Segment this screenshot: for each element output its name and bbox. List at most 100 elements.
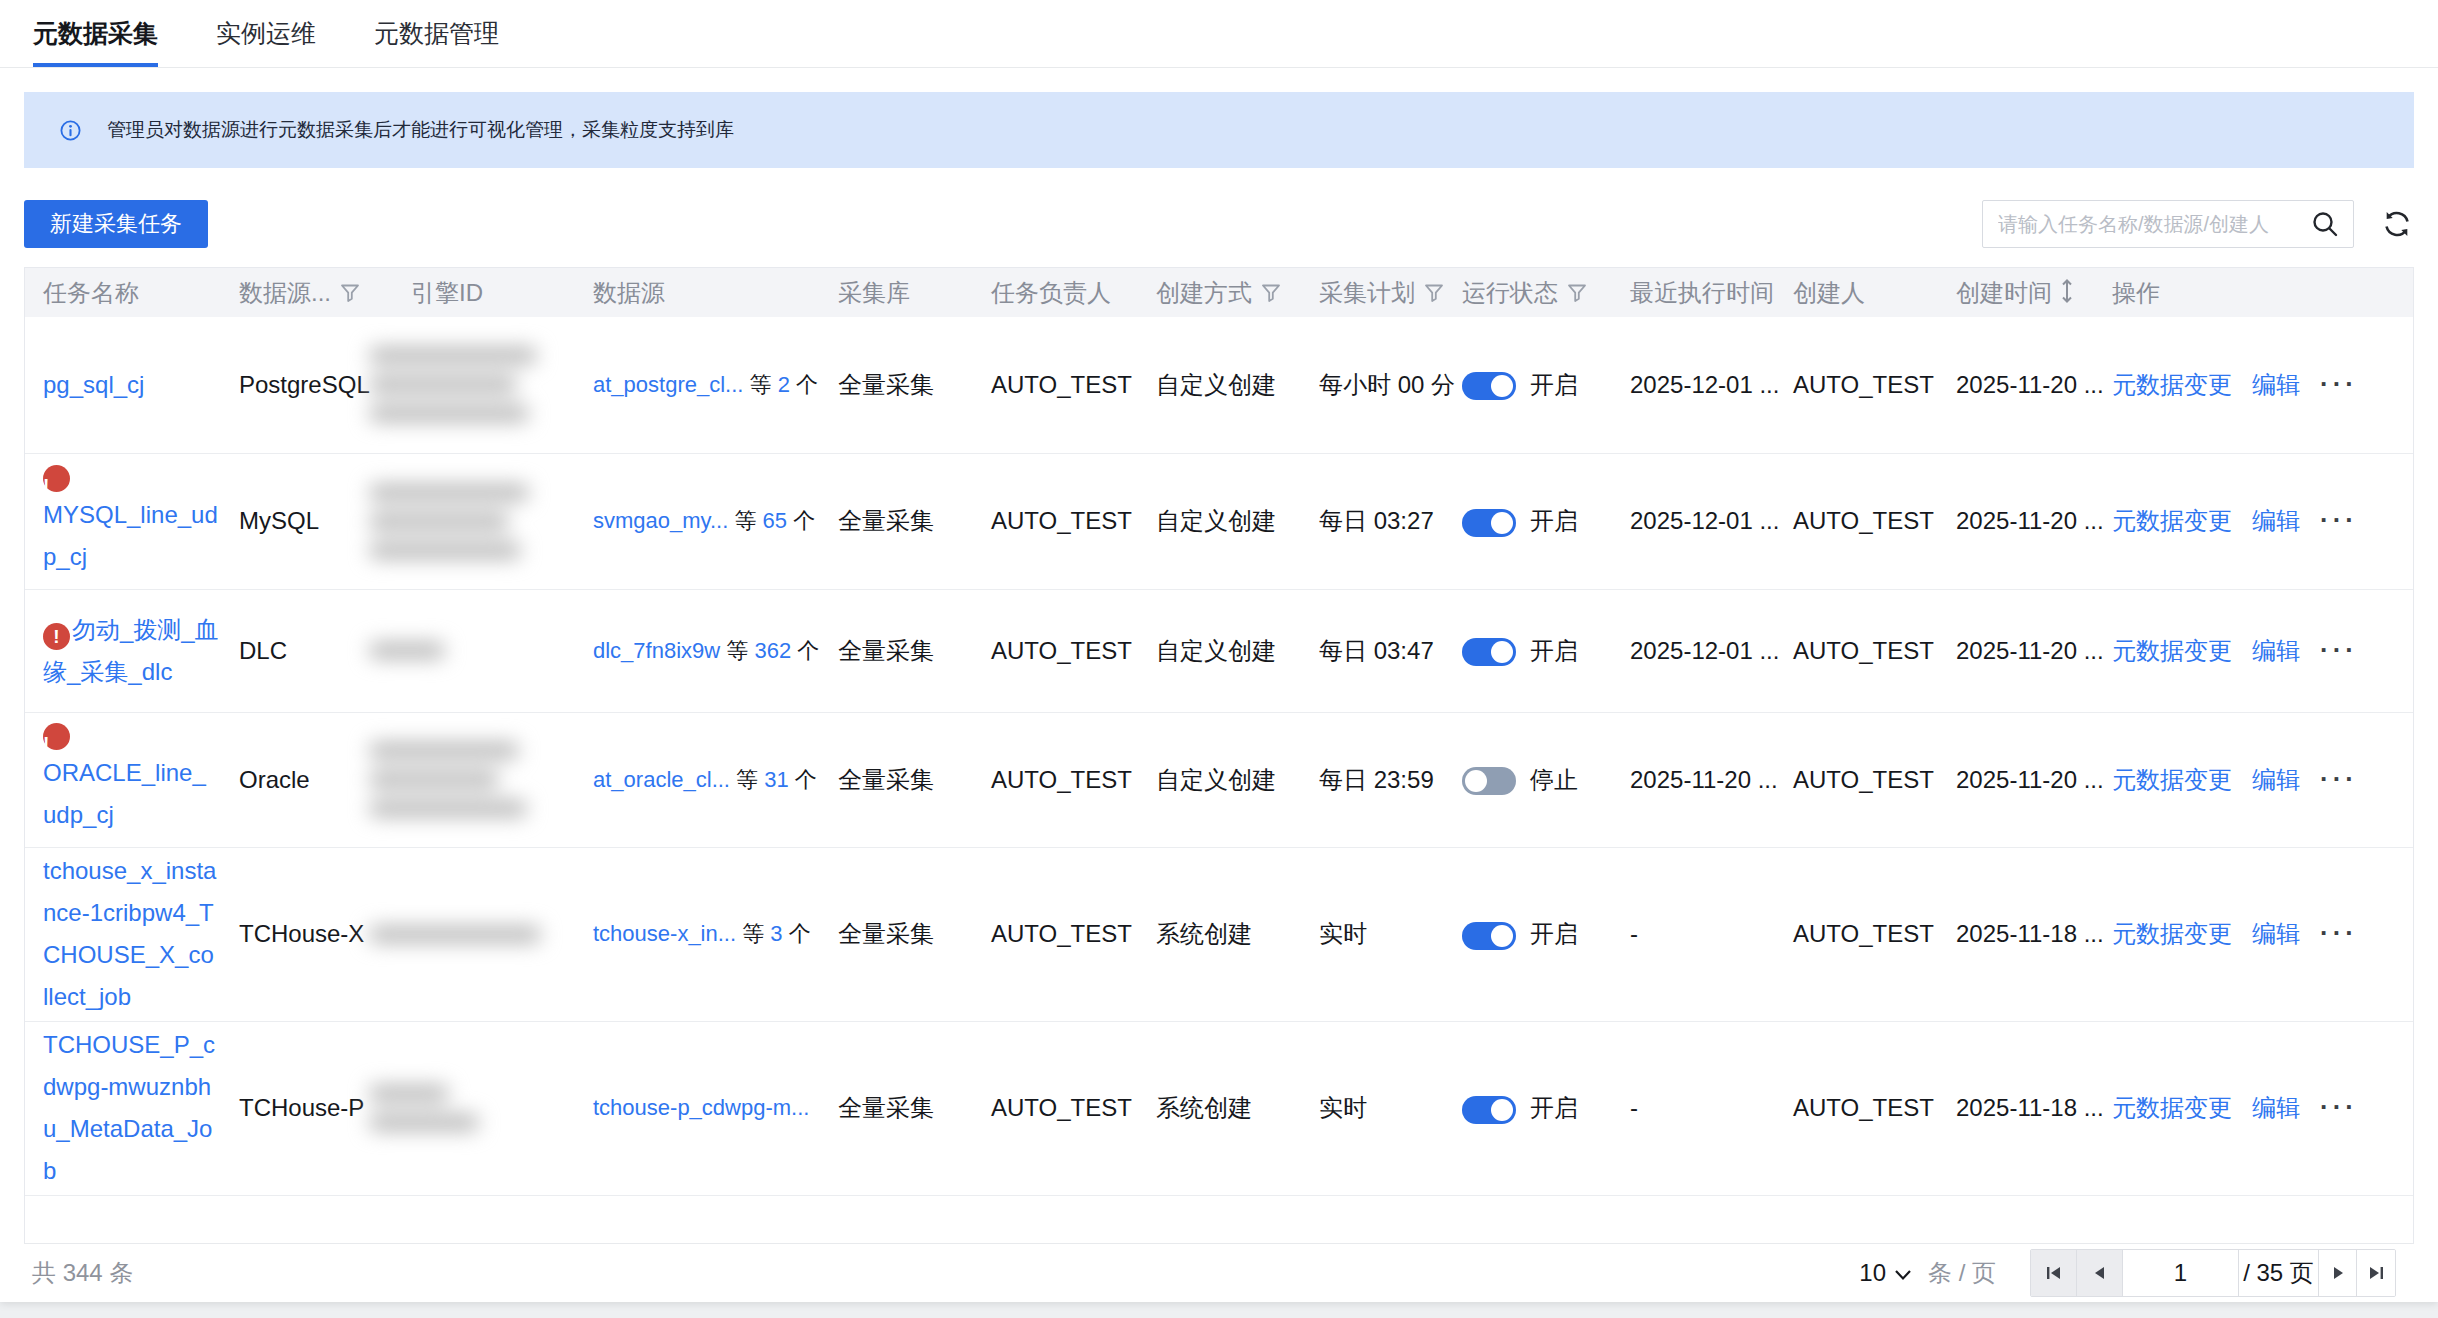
- metadata-change-link[interactable]: 元数据变更: [2112, 766, 2232, 793]
- column-header-9[interactable]: 运行状态: [1448, 268, 1616, 317]
- engine-id-cell: [397, 589, 579, 712]
- more-actions-button[interactable]: ···: [2320, 764, 2358, 794]
- datasource-count-link[interactable]: 65: [763, 508, 787, 533]
- plan-cell: 实时: [1305, 1021, 1448, 1195]
- search-icon[interactable]: [2310, 209, 2340, 239]
- filter-icon[interactable]: [1566, 282, 1588, 304]
- more-actions-button[interactable]: ···: [2320, 635, 2358, 665]
- page-size-select[interactable]: 10: [1859, 1259, 1918, 1287]
- task-name-cell: ! ORACLE_line_udp_cj: [25, 712, 225, 847]
- actions-cell: 元数据变更编辑 ···: [2098, 453, 2414, 589]
- prev-page-button[interactable]: [2077, 1250, 2123, 1296]
- last-page-button[interactable]: [2357, 1250, 2395, 1296]
- filter-icon[interactable]: [1260, 282, 1282, 304]
- status-cell: 开启: [1448, 847, 1616, 1021]
- create-mode-cell: 自定义创建: [1142, 317, 1305, 453]
- status-toggle[interactable]: [1462, 509, 1516, 537]
- owner-cell: AUTO_TEST: [977, 453, 1142, 589]
- metadata-change-link[interactable]: 元数据变更: [2112, 920, 2232, 947]
- column-header-2[interactable]: 数据源...: [225, 268, 397, 317]
- task-name-link[interactable]: TCHOUSE_P_cdwpg-mwuznbhu_MetaData_Job: [43, 1031, 215, 1184]
- filter-icon[interactable]: [339, 282, 361, 304]
- status-label: 开启: [1530, 507, 1578, 534]
- edit-link[interactable]: 编辑: [2252, 1094, 2300, 1121]
- more-actions-button[interactable]: ···: [2320, 369, 2358, 399]
- table-row: pg_sql_cjPostgreSQLat_postgre_cl... 等 2 …: [25, 317, 2414, 453]
- column-header-12[interactable]: 创建时间: [1942, 268, 2098, 317]
- search-input[interactable]: [1982, 200, 2354, 248]
- metadata-change-link[interactable]: 元数据变更: [2112, 507, 2232, 534]
- datasource-link[interactable]: tchouse-p_cdwpg-m...: [593, 1095, 809, 1120]
- owner-cell: AUTO_TEST: [977, 589, 1142, 712]
- status-toggle[interactable]: [1462, 1096, 1516, 1124]
- status-cell: 停止: [1448, 712, 1616, 847]
- datasource-link[interactable]: tchouse-x_in...: [593, 921, 736, 946]
- tab-1[interactable]: 元数据采集: [33, 0, 158, 67]
- creator-cell: AUTO_TEST: [1779, 847, 1942, 1021]
- creator-cell: AUTO_TEST: [1779, 712, 1942, 847]
- refresh-icon[interactable]: [2380, 207, 2414, 241]
- column-header-6: 任务负责人: [977, 268, 1142, 317]
- next-page-button[interactable]: [2319, 1250, 2357, 1296]
- tab-3[interactable]: 元数据管理: [374, 0, 499, 67]
- page-input-seg: [2123, 1250, 2239, 1296]
- datasource-link[interactable]: svmgao_my...: [593, 508, 728, 533]
- datasource-count-link[interactable]: 31: [764, 767, 788, 792]
- table-row: TCHOUSE_P_cdwpg-mwuznbhu_MetaData_JobTCH…: [25, 1021, 2414, 1195]
- edit-link[interactable]: 编辑: [2252, 507, 2300, 534]
- edit-link[interactable]: 编辑: [2252, 371, 2300, 398]
- more-actions-button[interactable]: ···: [2320, 1092, 2358, 1122]
- actions-cell: 元数据变更编辑 ···: [2098, 712, 2414, 847]
- status-toggle[interactable]: [1462, 638, 1516, 666]
- total-pages: / 35 页: [2239, 1250, 2319, 1296]
- engine-id-cell: [397, 1021, 579, 1195]
- metadata-change-link[interactable]: 元数据变更: [2112, 371, 2232, 398]
- last-run-cell: -: [1616, 847, 1779, 1021]
- create-mode-cell: 自定义创建: [1142, 712, 1305, 847]
- status-toggle[interactable]: [1462, 372, 1516, 400]
- create-task-button[interactable]: 新建采集任务: [24, 200, 208, 248]
- engine-id-cell: [397, 847, 579, 1021]
- actions-cell: 元数据变更编辑 ···: [2098, 1021, 2414, 1195]
- task-name-link[interactable]: tchouse_x_instance-1cribpw4_TCHOUSE_X_co…: [43, 857, 216, 1010]
- engine-id-cell: [397, 317, 579, 453]
- more-actions-button[interactable]: ···: [2320, 918, 2358, 948]
- metadata-change-link[interactable]: 元数据变更: [2112, 1094, 2232, 1121]
- task-name-link[interactable]: 勿动_拨测_血缘_采集_dlc: [43, 616, 219, 685]
- task-name-cell: pg_sql_cj: [25, 317, 225, 453]
- collect-db-cell: 全量采集: [824, 1021, 977, 1195]
- error-icon: !: [43, 723, 70, 750]
- status-toggle[interactable]: [1462, 922, 1516, 950]
- datasource-count-link[interactable]: 3: [770, 921, 782, 946]
- edit-link[interactable]: 编辑: [2252, 637, 2300, 664]
- datasource-count-link[interactable]: 2: [778, 372, 790, 397]
- datasource-link[interactable]: at_postgre_cl...: [593, 372, 743, 397]
- page-number-input[interactable]: [2123, 1250, 2238, 1296]
- status-toggle[interactable]: [1462, 767, 1516, 795]
- filter-icon[interactable]: [1423, 282, 1445, 304]
- column-header-7[interactable]: 创建方式: [1142, 268, 1305, 317]
- task-name-link[interactable]: MYSQL_line_udp_cj: [43, 501, 218, 570]
- datasource-link[interactable]: at_oracle_cl...: [593, 767, 730, 792]
- more-actions-button[interactable]: ···: [2320, 505, 2358, 535]
- task-name-cell: tchouse_x_instance-1cribpw4_TCHOUSE_X_co…: [25, 847, 225, 1021]
- datasource-link[interactable]: dlc_7fn8ix9w: [593, 638, 720, 663]
- status-cell: 开启: [1448, 1021, 1616, 1195]
- task-name-link[interactable]: ORACLE_line_udp_cj: [43, 759, 206, 828]
- task-name-link[interactable]: pg_sql_cj: [43, 371, 144, 398]
- task-name-cell: !MYSQL_line_udp_cj: [25, 453, 225, 589]
- edit-link[interactable]: 编辑: [2252, 920, 2300, 947]
- error-icon: !: [43, 623, 70, 650]
- metadata-change-link[interactable]: 元数据变更: [2112, 637, 2232, 664]
- datasource-count-link[interactable]: 362: [754, 638, 791, 663]
- datasource-cell: tchouse-p_cdwpg-m...: [579, 1021, 824, 1195]
- edit-link[interactable]: 编辑: [2252, 766, 2300, 793]
- engine-id-blurred: [369, 484, 565, 559]
- table-row: tchouse_x_instance-1cribpw4_TCHOUSE_X_co…: [25, 847, 2414, 1021]
- pagination-footer: 共 344 条 10 条 / 页 / 35 页: [0, 1243, 2438, 1302]
- owner-cell: AUTO_TEST: [977, 1021, 1142, 1195]
- tab-2[interactable]: 实例运维: [216, 0, 316, 67]
- column-header-8[interactable]: 采集计划: [1305, 268, 1448, 317]
- first-page-button[interactable]: [2031, 1250, 2077, 1296]
- sort-icon[interactable]: [2060, 278, 2074, 304]
